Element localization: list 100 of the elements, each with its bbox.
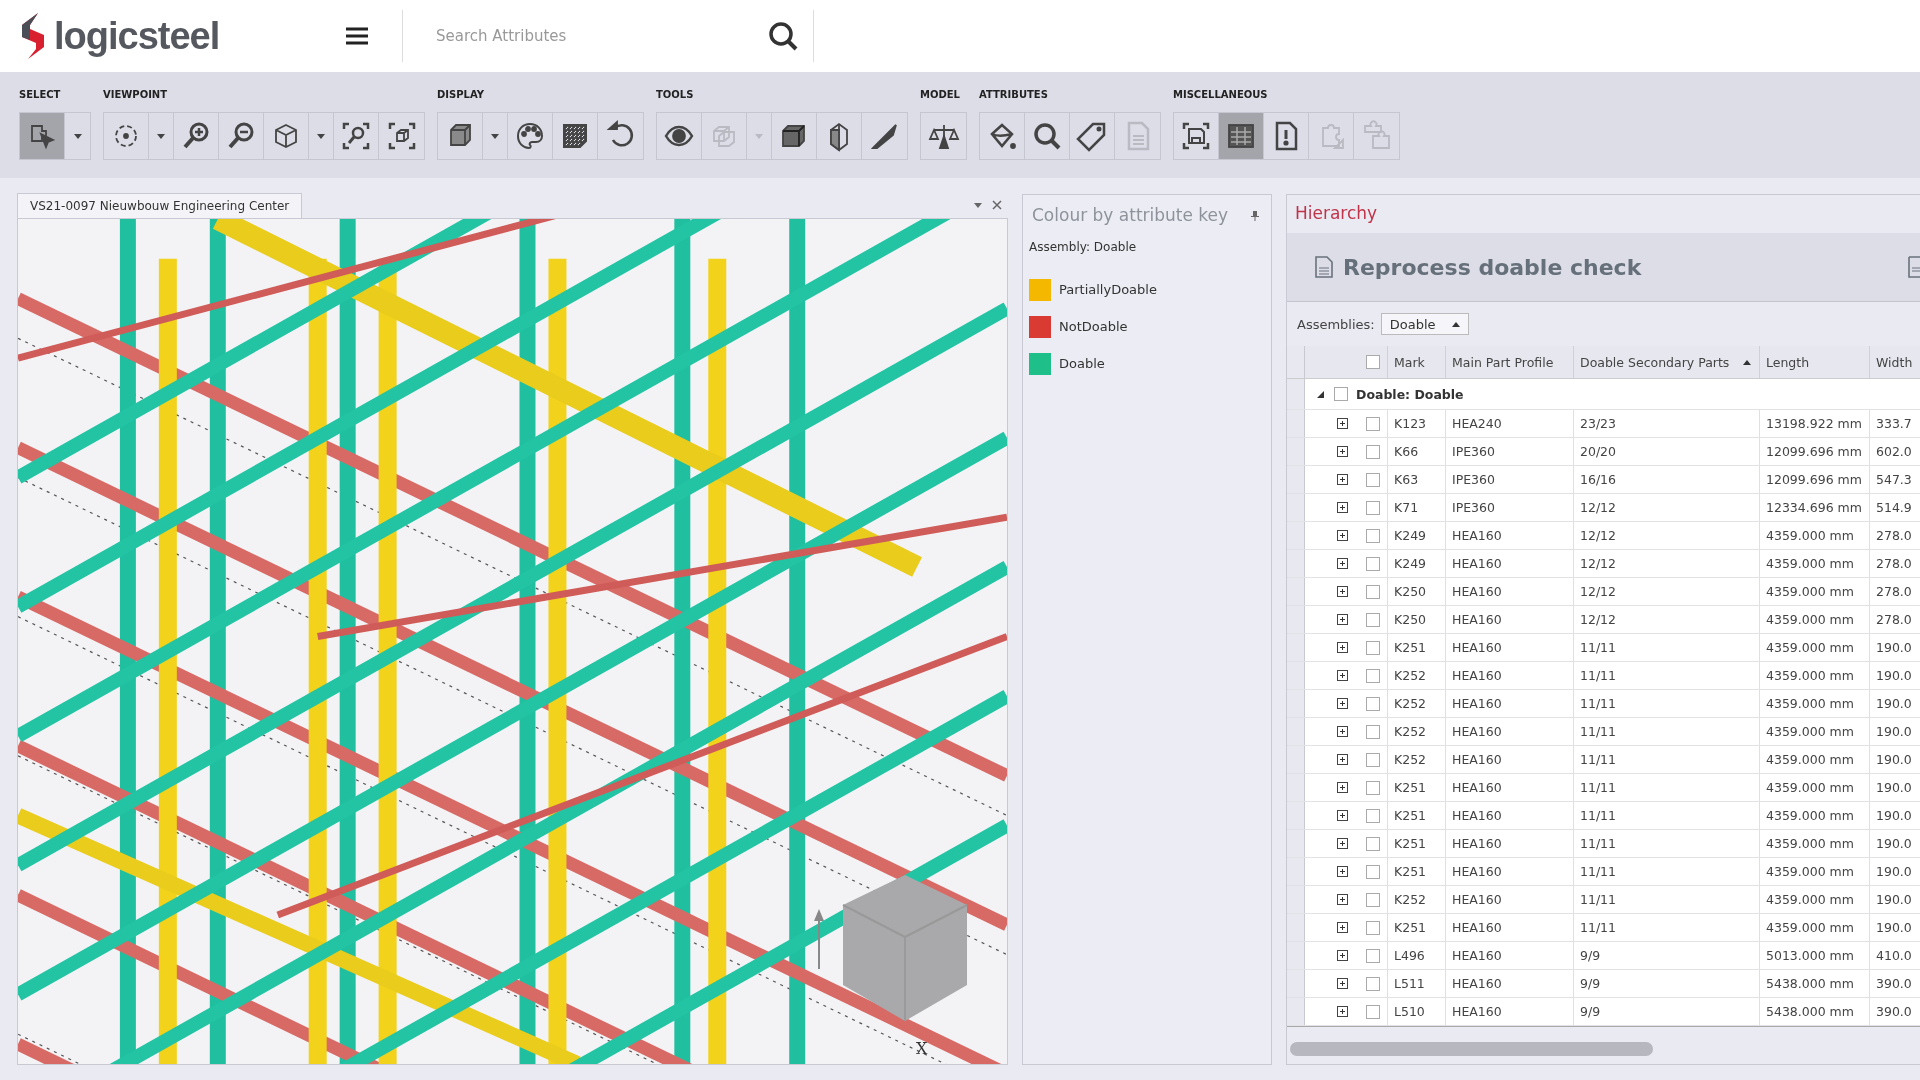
table-cell: 4359.000 mm [1759,718,1869,745]
column-header[interactable]: Doable Secondary Parts [1573,346,1759,378]
checkbox[interactable] [1365,780,1380,795]
table-cell: 4359.000 mm [1759,634,1869,661]
table-cell: 190.0 [1869,746,1920,773]
pin-icon[interactable] [1251,211,1259,221]
checkbox[interactable] [1365,556,1380,571]
expand-icon[interactable] [1337,530,1348,541]
expand-icon[interactable] [1337,838,1348,849]
expand-icon[interactable] [1337,754,1348,765]
checkbox[interactable] [1365,584,1380,599]
table-cell: 4359.000 mm [1759,662,1869,689]
expand-icon[interactable] [1337,670,1348,681]
expand-icon[interactable] [1337,642,1348,653]
checkbox[interactable] [1365,416,1380,431]
expand-icon[interactable] [1337,922,1348,933]
caret-icon [157,133,165,139]
legend-label: NotDoable [1059,319,1128,334]
table-cell: HEA160 [1445,914,1573,941]
expand-icon[interactable] [1337,810,1348,821]
checkbox[interactable] [1365,752,1380,767]
column-header[interactable]: Main Part Profile [1445,346,1573,378]
close-icon[interactable] [992,200,1002,210]
expand-icon[interactable] [1337,782,1348,793]
expand-icon[interactable] [1337,978,1348,989]
view-cube-icon[interactable] [840,873,970,1023]
table-cell: 190.0 [1869,830,1920,857]
table-cell: 9/9 [1573,942,1759,969]
table-cell: 5438.000 mm [1759,970,1869,997]
tool-button[interactable] [20,113,65,159]
table-cell: 190.0 [1869,914,1920,941]
checkbox[interactable] [1365,1004,1380,1019]
table-cell: 9/9 [1573,998,1759,1025]
table-cell: 12099.696 mm [1759,438,1869,465]
table-cell: L511 [1387,970,1445,997]
checkbox[interactable] [1365,472,1380,487]
expand-icon[interactable] [1337,698,1348,709]
checkbox[interactable] [1365,948,1380,963]
checkbox[interactable] [1365,864,1380,879]
expand-icon[interactable] [1337,474,1348,485]
document-icon[interactable] [1908,256,1920,278]
expand-icon[interactable] [1337,446,1348,457]
table-cell: 190.0 [1869,690,1920,717]
checkbox[interactable] [1365,640,1380,655]
checkbox[interactable] [1365,976,1380,991]
expand-icon[interactable] [1337,614,1348,625]
column-header[interactable]: Length [1759,346,1869,378]
caret-icon[interactable] [974,202,982,208]
expand-icon[interactable] [1337,866,1348,877]
collapse-icon[interactable] [1317,390,1324,398]
checkbox[interactable] [1365,696,1380,711]
toolbar-section-label: ATTRIBUTES [979,89,1049,102]
checkbox[interactable] [1365,500,1380,515]
toolbar-section-label: DISPLAY [437,89,485,102]
toolbar-section-label: TOOLS [656,89,695,102]
checkbox[interactable] [1365,668,1380,683]
caret-icon [491,133,499,139]
column-header[interactable]: Width [1869,346,1920,378]
checkbox[interactable] [1365,836,1380,851]
legend-label: Doable [1059,356,1105,371]
checkbox[interactable] [1365,355,1380,369]
search-icon [767,20,799,52]
checkbox[interactable] [1365,920,1380,935]
table-cell: 190.0 [1869,886,1920,913]
checkbox[interactable] [1365,808,1380,823]
checkbox[interactable] [1365,724,1380,739]
table-cell: 11/11 [1573,830,1759,857]
expand-icon[interactable] [1337,1006,1348,1017]
checkbox[interactable] [1365,892,1380,907]
table-cell: 11/11 [1573,914,1759,941]
checkbox[interactable] [1365,612,1380,627]
table-cell: 4359.000 mm [1759,578,1869,605]
table-cell: HEA160 [1445,690,1573,717]
expand-icon[interactable] [1337,894,1348,905]
table-cell: 11/11 [1573,774,1759,801]
filter-label: Assemblies: [1297,316,1375,332]
scrollbar-thumb[interactable] [1290,1042,1653,1056]
column-header[interactable]: Mark [1387,346,1445,378]
document-tab[interactable]: VS21-0097 Nieuwbouw Engineering Center [17,193,303,218]
table-cell: 4359.000 mm [1759,746,1869,773]
expand-icon[interactable] [1337,558,1348,569]
tool-button[interactable] [1219,113,1264,159]
table-cell: L496 [1387,942,1445,969]
axis-arrow [814,909,824,969]
expand-icon[interactable] [1337,586,1348,597]
expand-icon[interactable] [1337,418,1348,429]
panel-heading: Reprocess doable check [1343,254,1642,280]
table-cell: 278.0 [1869,606,1920,633]
expand-icon[interactable] [1337,726,1348,737]
table-cell: IPE360 [1445,466,1573,493]
expand-icon[interactable] [1337,502,1348,513]
table-cell: 190.0 [1869,718,1920,745]
expand-icon[interactable] [1337,950,1348,961]
table-cell: K66 [1387,438,1445,465]
table-cell: K249 [1387,522,1445,549]
assemblies-dropdown[interactable]: Doable [1380,313,1469,335]
checkbox[interactable] [1365,528,1380,543]
checkbox[interactable] [1334,387,1348,401]
checkbox[interactable] [1365,444,1380,459]
table-cell: K252 [1387,690,1445,717]
